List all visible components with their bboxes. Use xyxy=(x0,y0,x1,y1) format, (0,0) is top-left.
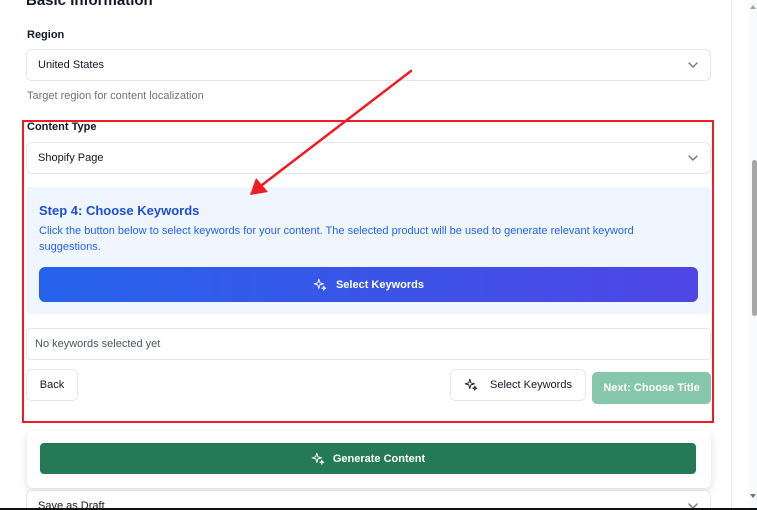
selected-keywords-box: No keywords selected yet xyxy=(26,328,711,360)
sparkles-icon xyxy=(311,452,325,465)
generate-content-label: Generate Content xyxy=(332,452,426,465)
scroll-up-icon[interactable] xyxy=(750,5,756,9)
step-title: Step 4: Choose Keywords xyxy=(39,203,200,218)
select-keywords-primary-label: Select Keywords xyxy=(335,278,425,291)
next-button-label: Next: Choose Title xyxy=(603,382,700,394)
save-status-select[interactable]: Save as Draft xyxy=(26,490,711,510)
region-label: Region xyxy=(27,29,65,41)
sparkles-icon xyxy=(464,378,478,391)
step-description: Click the button below to select keyword… xyxy=(39,225,634,253)
region-hint: Target region for content localization xyxy=(27,90,204,102)
form-panel: Basic Information Region United States T… xyxy=(0,0,731,510)
content-type-select[interactable]: Shopify Page xyxy=(26,142,711,174)
select-keywords-primary-button[interactable]: Select Keywords xyxy=(39,267,698,302)
scrollbar-thumb[interactable] xyxy=(752,160,757,316)
back-button-label: Back xyxy=(39,379,65,391)
region-select[interactable]: United States xyxy=(26,49,711,81)
region-select-value: United States xyxy=(38,59,105,71)
chevron-down-icon xyxy=(688,62,698,68)
content-type-select-value: Shopify Page xyxy=(38,152,104,164)
back-button[interactable]: Back xyxy=(26,369,78,401)
sparkles-icon xyxy=(313,278,327,291)
no-keywords-text: No keywords selected yet xyxy=(35,338,161,350)
next-choose-title-button[interactable]: Next: Choose Title xyxy=(592,372,711,404)
select-keywords-button-label: Select Keywords xyxy=(490,379,572,391)
select-keywords-button[interactable]: Select Keywords xyxy=(450,369,586,401)
panel-divider xyxy=(731,0,732,510)
generate-card: Generate Content xyxy=(27,431,711,488)
scroll-down-icon[interactable] xyxy=(750,494,756,498)
section-title: Basic Information xyxy=(26,0,153,9)
content-type-label: Content Type xyxy=(27,121,97,133)
keyword-step-panel: Step 4: Choose Keywords Click the button… xyxy=(26,187,711,314)
generate-content-button[interactable]: Generate Content xyxy=(40,443,696,474)
chevron-down-icon xyxy=(688,155,698,161)
